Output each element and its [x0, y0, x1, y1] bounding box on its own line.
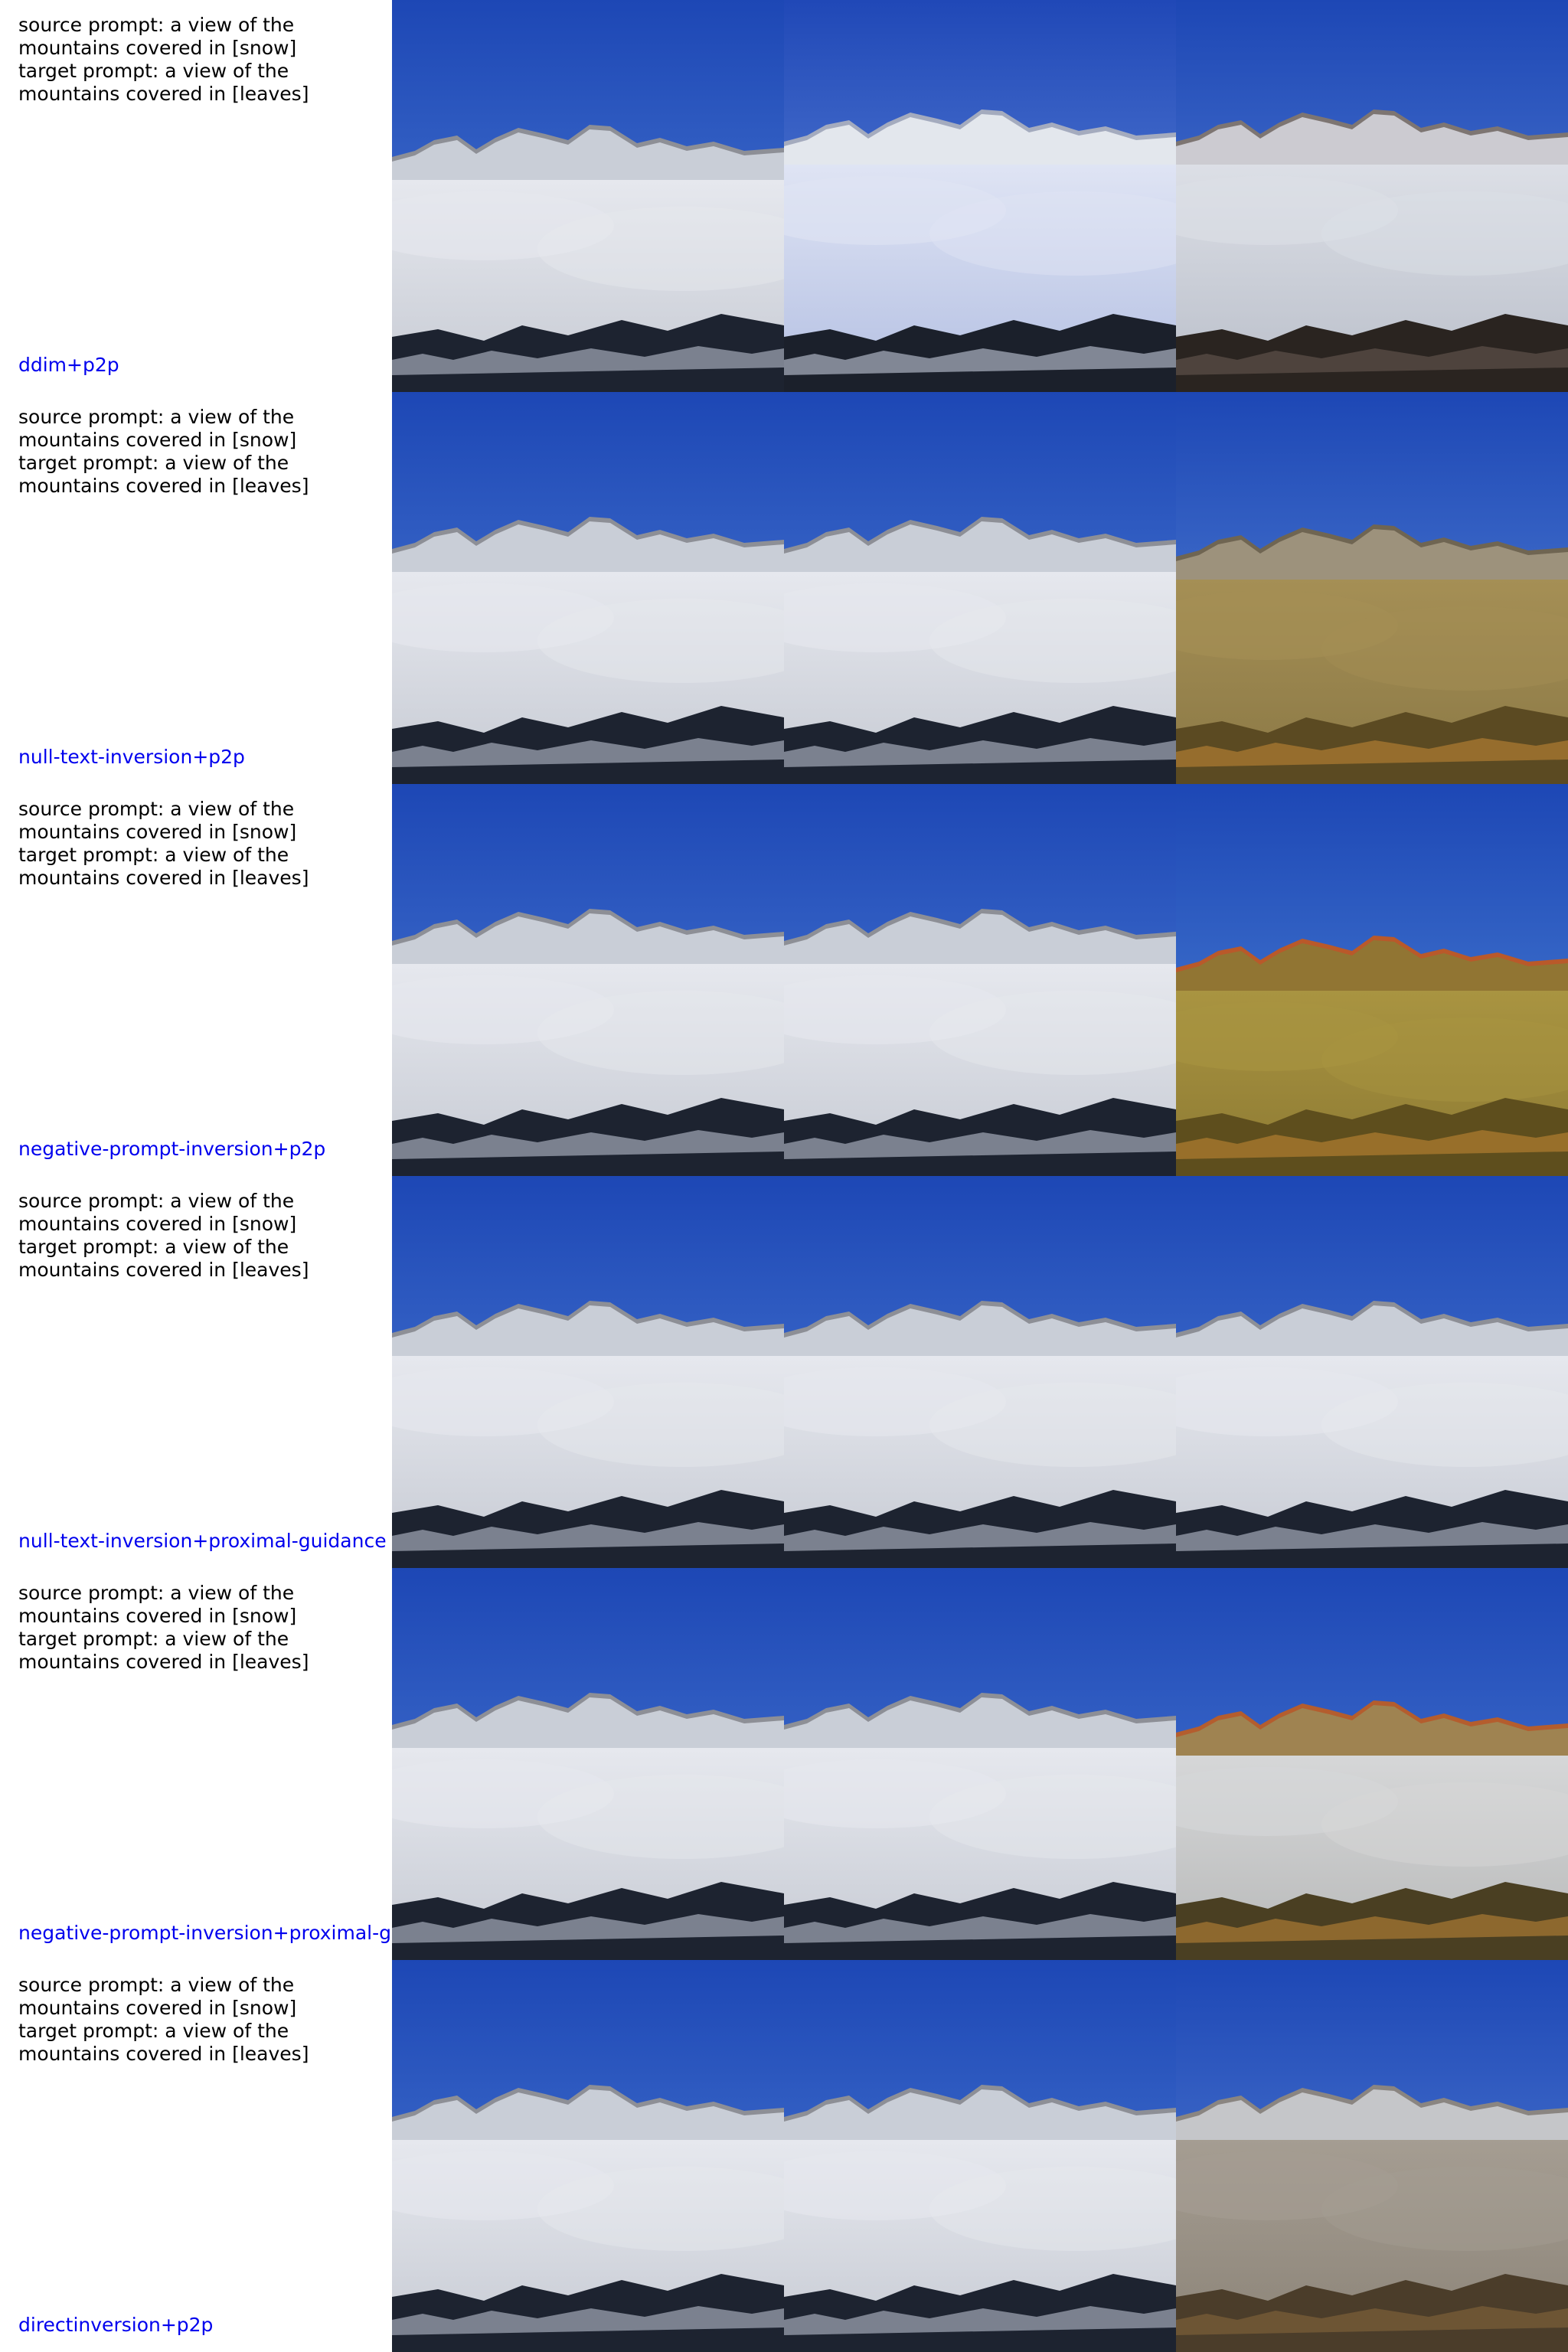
- comparison-row: source prompt: a view of the mountains c…: [0, 1176, 1568, 1568]
- row-label: source prompt: a view of the mountains c…: [0, 1176, 392, 1568]
- method-label: null-text-inversion+p2p: [18, 746, 245, 768]
- comparison-row: source prompt: a view of the mountains c…: [0, 784, 1568, 1176]
- comparison-row: source prompt: a view of the mountains c…: [0, 0, 1568, 392]
- source-image: [392, 1960, 784, 2352]
- source-prompt: source prompt: a view of the mountains c…: [18, 798, 297, 843]
- edited-image: [1176, 1568, 1568, 1960]
- source-image: [392, 1176, 784, 1568]
- source-prompt: source prompt: a view of the mountains c…: [18, 14, 297, 59]
- target-prompt: target prompt: a view of the mountains c…: [18, 2020, 309, 2065]
- row-label: source prompt: a view of the mountains c…: [0, 784, 392, 1176]
- target-prompt: target prompt: a view of the mountains c…: [18, 1236, 309, 1281]
- row-label: source prompt: a view of the mountains c…: [0, 1960, 392, 2352]
- source-image: [392, 1568, 784, 1960]
- source-image: [392, 392, 784, 784]
- source-prompt: source prompt: a view of the mountains c…: [18, 406, 297, 451]
- comparison-row: source prompt: a view of the mountains c…: [0, 392, 1568, 784]
- method-label: directinversion+p2p: [18, 2314, 214, 2336]
- prompt-text: source prompt: a view of the mountains c…: [18, 14, 386, 106]
- reconstruction-image: [784, 0, 1176, 392]
- method-label: ddim+p2p: [18, 354, 119, 376]
- prompt-text: source prompt: a view of the mountains c…: [18, 798, 386, 890]
- reconstruction-image: [784, 784, 1176, 1176]
- comparison-row: source prompt: a view of the mountains c…: [0, 1960, 1568, 2352]
- target-prompt: target prompt: a view of the mountains c…: [18, 1628, 309, 1673]
- target-prompt: target prompt: a view of the mountains c…: [18, 844, 309, 889]
- reconstruction-image: [784, 1960, 1176, 2352]
- source-prompt: source prompt: a view of the mountains c…: [18, 1582, 297, 1627]
- target-prompt: target prompt: a view of the mountains c…: [18, 452, 309, 497]
- edited-image: [1176, 0, 1568, 392]
- prompt-text: source prompt: a view of the mountains c…: [18, 1190, 386, 1282]
- reconstruction-image: [784, 1568, 1176, 1960]
- prompt-text: source prompt: a view of the mountains c…: [18, 1582, 386, 1674]
- edited-image: [1176, 1960, 1568, 2352]
- row-label: source prompt: a view of the mountains c…: [0, 392, 392, 784]
- reconstruction-image: [784, 392, 1176, 784]
- method-label: null-text-inversion+proximal-guidance: [18, 1530, 387, 1552]
- row-label: source prompt: a view of the mountains c…: [0, 1568, 392, 1960]
- edited-image: [1176, 1176, 1568, 1568]
- edited-image: [1176, 784, 1568, 1176]
- method-label: negative-prompt-inversion+proximal-g: [18, 1922, 391, 1944]
- target-prompt: target prompt: a view of the mountains c…: [18, 60, 309, 105]
- prompt-text: source prompt: a view of the mountains c…: [18, 1974, 386, 2066]
- edited-image: [1176, 392, 1568, 784]
- prompt-text: source prompt: a view of the mountains c…: [18, 406, 386, 498]
- source-prompt: source prompt: a view of the mountains c…: [18, 1974, 297, 2019]
- source-image: [392, 0, 784, 392]
- source-prompt: source prompt: a view of the mountains c…: [18, 1190, 297, 1235]
- source-image: [392, 784, 784, 1176]
- comparison-row: source prompt: a view of the mountains c…: [0, 1568, 1568, 1960]
- reconstruction-image: [784, 1176, 1176, 1568]
- row-label: source prompt: a view of the mountains c…: [0, 0, 392, 392]
- method-label: negative-prompt-inversion+p2p: [18, 1138, 326, 1160]
